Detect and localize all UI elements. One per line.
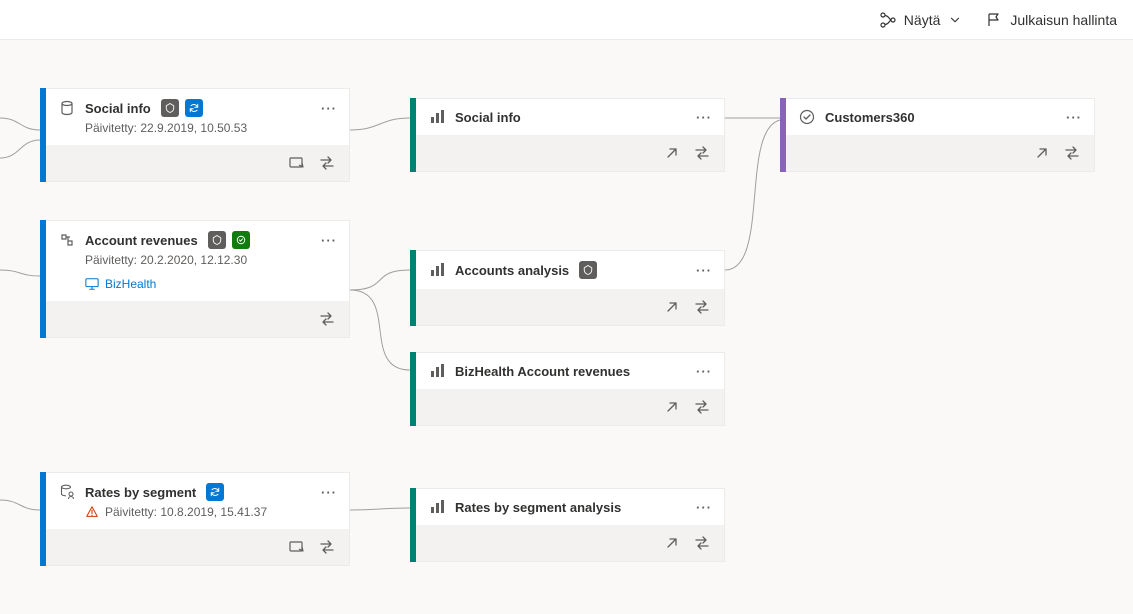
app-icon [799, 109, 815, 125]
shared-dataset-icon [59, 484, 75, 500]
certified-badge-icon [232, 231, 250, 249]
more-options-button[interactable]: ··· [1066, 110, 1082, 125]
node-title: Account revenues [85, 233, 198, 248]
topbar: Näytä Julkaisun hallinta [0, 0, 1133, 40]
open-icon[interactable] [1034, 145, 1050, 161]
view-dropdown[interactable]: Näytä [880, 12, 963, 28]
node-title: Social info [85, 101, 151, 116]
dataset-node-account-revenues[interactable]: Account revenues ··· Päivitetty: 20.2.20… [40, 220, 350, 338]
node-title: Rates by segment [85, 485, 196, 500]
monitor-icon [85, 277, 99, 291]
more-options-button[interactable]: ··· [696, 500, 712, 515]
view-label: Näytä [904, 12, 941, 28]
open-icon[interactable] [664, 535, 680, 551]
flag-icon [986, 12, 1002, 28]
refresh-badge-icon [185, 99, 203, 117]
send-icon[interactable] [289, 539, 305, 555]
more-options-button[interactable]: ··· [696, 364, 712, 379]
swap-icon[interactable] [694, 145, 710, 161]
publish-label: Julkaisun hallinta [1010, 12, 1117, 28]
database-icon [59, 100, 75, 116]
promoted-badge-icon [161, 99, 179, 117]
publish-management-button[interactable]: Julkaisun hallinta [986, 12, 1117, 28]
node-title: Customers360 [825, 110, 915, 125]
warning-icon [85, 505, 99, 519]
swap-icon[interactable] [319, 539, 335, 555]
swap-icon[interactable] [694, 399, 710, 415]
report-icon [429, 109, 445, 125]
updated-label: Päivitetty: 22.9.2019, 10.50.53 [41, 119, 349, 145]
dataset-node-social-info[interactable]: Social info ··· Päivitetty: 22.9.2019, 1… [40, 88, 350, 182]
swap-icon[interactable] [319, 311, 335, 327]
lineage-icon [880, 12, 896, 28]
open-icon[interactable] [664, 299, 680, 315]
swap-icon[interactable] [694, 299, 710, 315]
node-title: Accounts analysis [455, 263, 569, 278]
open-icon[interactable] [664, 145, 680, 161]
workspace-link[interactable]: BizHealth [41, 277, 349, 301]
updated-label: Päivitetty: 10.8.2019, 15.41.37 [41, 503, 349, 529]
report-node-social-info[interactable]: Social info ··· [410, 98, 725, 172]
report-icon [429, 499, 445, 515]
report-icon [429, 262, 445, 278]
swap-icon[interactable] [319, 155, 335, 171]
send-icon[interactable] [289, 155, 305, 171]
chevron-down-icon [948, 13, 962, 27]
updated-label: Päivitetty: 20.2.2020, 12.12.30 [41, 251, 349, 277]
dataset-node-rates-by-segment[interactable]: Rates by segment ··· Päivitetty: 10.8.20… [40, 472, 350, 566]
open-icon[interactable] [664, 399, 680, 415]
report-node-accounts-analysis[interactable]: Accounts analysis ··· [410, 250, 725, 326]
more-options-button[interactable]: ··· [696, 263, 712, 278]
more-options-button[interactable]: ··· [321, 101, 337, 116]
node-title: Social info [455, 110, 521, 125]
promoted-badge-icon [208, 231, 226, 249]
node-title: Rates by segment analysis [455, 500, 621, 515]
app-node-customers360[interactable]: Customers360 ··· [780, 98, 1095, 172]
dataflow-icon [59, 232, 75, 248]
report-node-rates-analysis[interactable]: Rates by segment analysis ··· [410, 488, 725, 562]
lineage-canvas[interactable]: Social info ··· Päivitetty: 22.9.2019, 1… [0, 40, 1133, 614]
refresh-badge-icon [206, 483, 224, 501]
report-icon [429, 363, 445, 379]
promoted-badge-icon [579, 261, 597, 279]
node-title: BizHealth Account revenues [455, 364, 630, 379]
more-options-button[interactable]: ··· [696, 110, 712, 125]
report-node-bizhealth-revenues[interactable]: BizHealth Account revenues ··· [410, 352, 725, 426]
more-options-button[interactable]: ··· [321, 233, 337, 248]
swap-icon[interactable] [1064, 145, 1080, 161]
more-options-button[interactable]: ··· [321, 485, 337, 500]
swap-icon[interactable] [694, 535, 710, 551]
